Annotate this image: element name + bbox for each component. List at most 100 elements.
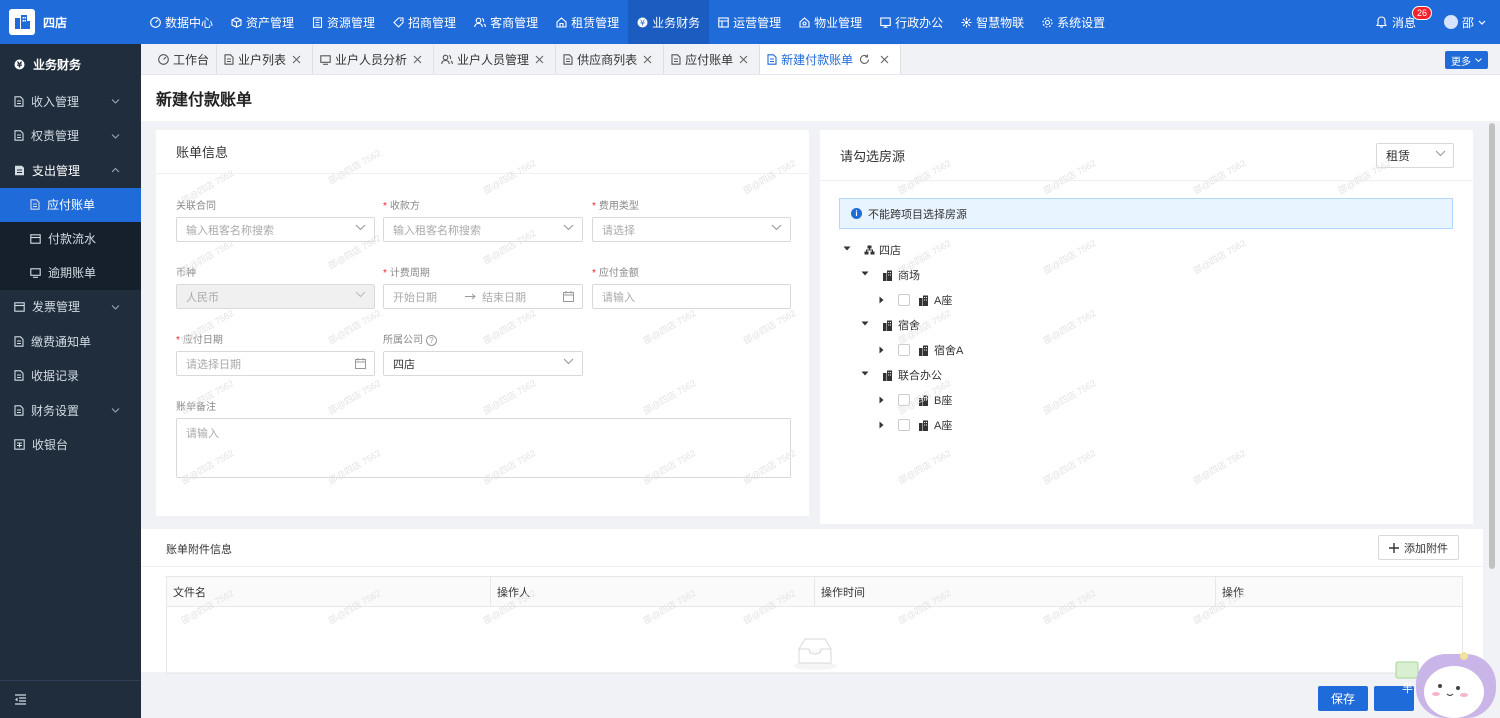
amount-input[interactable]: 请输入	[592, 284, 791, 309]
tab-3[interactable]: 业户人员管理	[434, 45, 557, 74]
due-date-picker[interactable]: 请选择日期	[176, 351, 375, 376]
top-nav-item-8[interactable]: 物业管理	[790, 0, 871, 44]
save-button[interactable]: 保存	[1318, 686, 1368, 711]
tree-checkbox[interactable]	[898, 294, 910, 306]
sidebar-item-label: 收据记录	[31, 369, 80, 384]
close-icon[interactable]	[643, 55, 652, 64]
sidebar-item-3[interactable]: 应付账单	[0, 187, 141, 222]
currency-select[interactable]: 人民币	[176, 284, 375, 309]
caret-down-icon[interactable]	[840, 246, 854, 254]
tree-node-leaf[interactable]: A座	[876, 417, 952, 433]
tree-checkbox[interactable]	[898, 419, 910, 431]
svg-text:¥: ¥	[640, 18, 645, 27]
tree-node-group[interactable]: 商场	[858, 267, 920, 283]
tree-node-leaf[interactable]: A座	[876, 292, 952, 308]
period-label: * 计费周期	[383, 268, 430, 279]
tab-2[interactable]: 业户人员分析	[313, 45, 435, 74]
contract-placeholder: 输入租客名称搜索	[186, 224, 274, 237]
tab-5[interactable]: 应付账单	[664, 45, 761, 74]
messages-button[interactable]: 消息 26	[1375, 5, 1432, 31]
sidebar-item-5[interactable]: 逾期账单	[0, 255, 141, 290]
lease-mode-select[interactable]: 租赁	[1376, 143, 1454, 168]
company-select[interactable]: 四店	[383, 351, 583, 376]
sidebar-item-10[interactable]: 收银台	[0, 428, 141, 463]
brand[interactable]: 四店	[0, 0, 141, 44]
tree-checkbox[interactable]	[898, 344, 910, 356]
top-nav-item-9[interactable]: 行政办公	[871, 0, 952, 44]
tree-node-root[interactable]: 四店	[840, 242, 901, 258]
mascot-widget[interactable]: 半 中	[1392, 648, 1496, 718]
caret-right-icon[interactable]	[876, 296, 890, 304]
period-range-picker[interactable]: 开始日期 结束日期	[383, 284, 583, 309]
sidebar-item-2[interactable]: 支出管理	[0, 153, 141, 188]
caret-down-icon[interactable]	[858, 371, 872, 379]
currency-value: 人民币	[186, 291, 219, 304]
top-nav-label: 客商管理	[490, 15, 539, 30]
remark-textarea[interactable]: 请输入	[176, 418, 791, 478]
period-end[interactable]: 结束日期	[482, 289, 526, 305]
sidebar-item-8[interactable]: 收据记录	[0, 359, 141, 394]
bill-info-title: 账单信息	[156, 130, 809, 174]
top-nav-item-0[interactable]: 数据中心	[141, 0, 222, 44]
refresh-icon[interactable]	[859, 54, 870, 65]
tab-4[interactable]: 供应商列表	[556, 45, 665, 74]
amount-placeholder: 请输入	[602, 291, 635, 304]
payee-select[interactable]: 输入租客名称搜索	[383, 217, 583, 242]
sidebar-collapse-button[interactable]	[0, 680, 141, 718]
close-icon[interactable]	[535, 55, 544, 64]
caret-right-icon[interactable]	[876, 396, 890, 404]
tab-6[interactable]: 新建付款账单	[760, 45, 902, 74]
tabs-more-button[interactable]: 更多	[1445, 51, 1488, 69]
chevron-down-icon	[1478, 20, 1486, 25]
top-nav-item-6[interactable]: ¥ 业务财务	[628, 0, 710, 44]
add-attachment-button[interactable]: 添加附件	[1378, 535, 1459, 560]
close-icon[interactable]	[292, 55, 301, 64]
page-title: 新建付款账单	[141, 75, 1500, 121]
tree-node-leaf[interactable]: 宿舍A	[876, 342, 963, 358]
sidebar-item-6[interactable]: 发票管理	[0, 290, 141, 325]
top-nav-item-1[interactable]: 资产管理	[222, 0, 303, 44]
sidebar-item-label: 权责管理	[31, 129, 80, 144]
tab-label: 新建付款账单	[781, 53, 854, 67]
top-nav-item-2[interactable]: 资源管理	[303, 0, 384, 44]
office-icon	[880, 16, 891, 28]
sidebar-item-0[interactable]: 收入管理	[0, 84, 141, 119]
top-nav-item-11[interactable]: 系统设置	[1033, 0, 1114, 44]
header-right: 消息 26 邵	[1375, 0, 1500, 44]
tree-node-leaf[interactable]: B座	[876, 392, 952, 408]
caret-right-icon[interactable]	[876, 346, 890, 354]
help-icon[interactable]: ?	[426, 334, 437, 346]
user-menu[interactable]: 邵	[1443, 14, 1486, 31]
sidebar-item-4[interactable]: 付款流水	[0, 221, 141, 256]
sidebar-item-label: 缴费通知单	[31, 334, 92, 349]
top-nav-label: 资源管理	[327, 15, 376, 30]
building-icon	[918, 345, 930, 356]
fee-type-select[interactable]: 请选择	[592, 217, 791, 242]
tab-1[interactable]: 业户列表	[217, 45, 314, 74]
doc-icon	[14, 405, 24, 416]
top-nav-item-3[interactable]: 招商管理	[384, 0, 465, 44]
top-nav-label: 招商管理	[408, 15, 457, 30]
top-nav-item-4[interactable]: 客商管理	[465, 0, 547, 44]
tree-checkbox[interactable]	[898, 394, 910, 406]
sidebar-item-7[interactable]: 缴费通知单	[0, 324, 141, 359]
tree-node-group[interactable]: 宿舍	[858, 317, 920, 333]
caret-down-icon[interactable]	[858, 321, 872, 329]
caret-down-icon[interactable]	[858, 271, 872, 279]
top-nav-item-10[interactable]: 智慧物联	[952, 0, 1033, 44]
close-icon[interactable]	[739, 55, 748, 64]
close-icon[interactable]	[413, 55, 422, 64]
top-nav-item-7[interactable]: 运营管理	[709, 0, 790, 44]
sidebar-item-9[interactable]: 财务设置	[0, 393, 141, 428]
close-icon[interactable]	[880, 55, 889, 64]
tree-node-label: A座	[934, 295, 953, 307]
caret-right-icon[interactable]	[876, 421, 890, 429]
period-start[interactable]: 开始日期	[393, 289, 459, 305]
sidebar-item-1[interactable]: 权责管理	[0, 119, 141, 154]
top-nav-item-5[interactable]: 租赁管理	[547, 0, 628, 44]
attachments-title: 账单附件信息	[166, 544, 232, 556]
scrollbar[interactable]	[1489, 123, 1495, 569]
tree-node-group[interactable]: 联合办公	[858, 367, 942, 383]
tab-0[interactable]: 工作台	[151, 45, 218, 74]
contract-select[interactable]: 输入租客名称搜索	[176, 217, 375, 242]
